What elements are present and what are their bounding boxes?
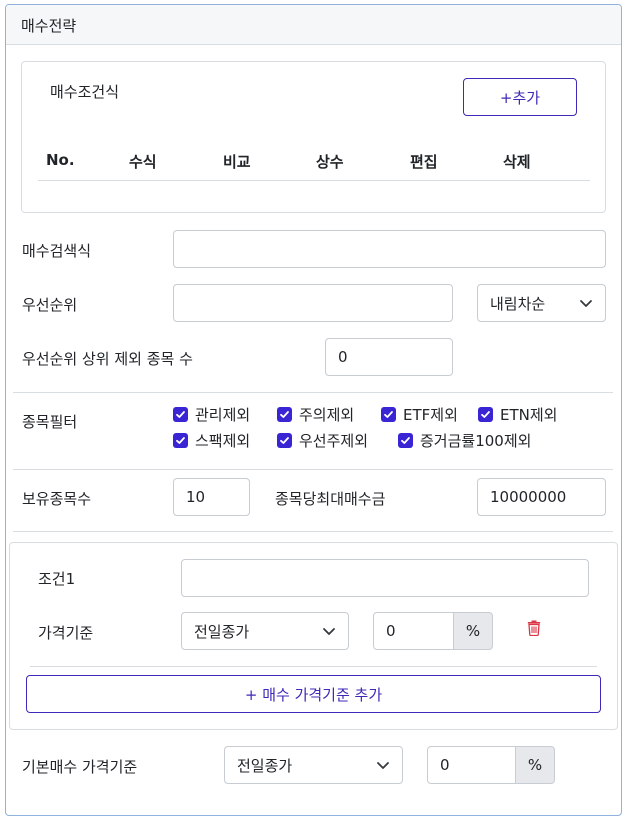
priority-label: 우선순위	[22, 296, 78, 314]
check-icon	[401, 437, 410, 444]
condition1-label: 조건1	[38, 570, 76, 588]
price-basis-value: 전일종가	[194, 622, 250, 641]
checkbox[interactable]	[277, 433, 292, 448]
filter-option-etn[interactable]: ETN제외	[478, 404, 557, 425]
filter-option-label: 증거금률100제외	[420, 432, 532, 450]
filter-option-etf[interactable]: ETF제외	[381, 404, 458, 425]
check-icon	[176, 411, 185, 418]
check-icon	[280, 411, 289, 418]
filter-option-margin100[interactable]: 증거금률100제외	[398, 430, 531, 451]
column-header-formula: 수식	[129, 153, 157, 171]
chevron-down-icon	[580, 300, 592, 307]
trash-icon[interactable]	[527, 619, 541, 636]
checkbox[interactable]	[381, 407, 396, 422]
divider	[30, 666, 597, 667]
price-basis-select[interactable]: 전일종가	[181, 612, 349, 650]
search-formula-label: 매수검색식	[22, 242, 92, 260]
filter-option-spac[interactable]: 스팩제외	[173, 430, 250, 451]
filter-option-label: ETF제외	[403, 406, 458, 424]
max-amount-label: 종목당최대매수금	[275, 490, 386, 508]
filter-option-label: 스팩제외	[195, 432, 251, 450]
exclude-top-label: 우선순위 상위 제외 종목 수	[22, 350, 193, 368]
checkbox[interactable]	[398, 433, 413, 448]
price-basis-label: 가격기준	[38, 624, 94, 642]
add-condition-button[interactable]: +추가	[463, 78, 577, 116]
card-header: 매수전략	[6, 5, 621, 45]
card-title: 매수전략	[21, 17, 77, 35]
exclude-top-input[interactable]	[325, 338, 453, 376]
column-header-compare: 비교	[223, 153, 251, 171]
filter-option-label: 우선주제외	[299, 432, 369, 450]
check-icon	[280, 437, 289, 444]
column-header-delete: 삭제	[503, 153, 531, 171]
chevron-down-icon	[377, 762, 389, 769]
column-header-no: No.	[46, 151, 75, 169]
priority-input[interactable]	[173, 284, 453, 322]
check-icon	[481, 411, 490, 418]
percent-addon: %	[454, 612, 493, 650]
holdings-label: 보유종목수	[22, 490, 92, 508]
base-percent-input[interactable]	[427, 746, 516, 784]
filter-option-management[interactable]: 관리제외	[173, 404, 250, 425]
check-icon	[176, 437, 185, 444]
filter-option-label: 관리제외	[195, 406, 251, 424]
filter-option-caution[interactable]: 주의제외	[277, 404, 354, 425]
base-price-select[interactable]: 전일종가	[224, 746, 403, 784]
checkbox[interactable]	[173, 433, 188, 448]
buy-conditions-title: 매수조건식	[50, 83, 120, 101]
divider	[13, 531, 613, 532]
max-amount-input[interactable]	[477, 478, 606, 516]
stock-filter-label: 종목필터	[22, 413, 78, 431]
column-header-edit: 편집	[410, 153, 438, 171]
search-formula-input[interactable]	[173, 230, 606, 268]
filter-option-preferred[interactable]: 우선주제외	[277, 430, 368, 451]
filter-option-label: 주의제외	[299, 406, 355, 424]
condition1-input[interactable]	[181, 559, 589, 597]
divider	[13, 392, 613, 393]
base-price-label: 기본매수 가격기준	[22, 758, 138, 776]
price-percent-input[interactable]	[373, 612, 454, 650]
checkbox[interactable]	[478, 407, 493, 422]
filter-option-label: ETN제외	[500, 406, 558, 424]
column-header-constant: 상수	[316, 153, 344, 171]
divider	[13, 469, 613, 470]
sort-order-select[interactable]: 내림차순	[477, 284, 606, 322]
checkbox[interactable]	[277, 407, 292, 422]
checkbox[interactable]	[173, 407, 188, 422]
holdings-input[interactable]	[173, 478, 250, 516]
chevron-down-icon	[323, 628, 335, 635]
percent-addon: %	[516, 746, 555, 784]
check-icon	[384, 411, 393, 418]
sort-order-value: 내림차순	[490, 294, 546, 313]
add-price-basis-button[interactable]: + 매수 가격기준 추가	[26, 675, 601, 713]
base-price-value: 전일종가	[237, 756, 293, 775]
table-header-divider	[38, 180, 590, 181]
